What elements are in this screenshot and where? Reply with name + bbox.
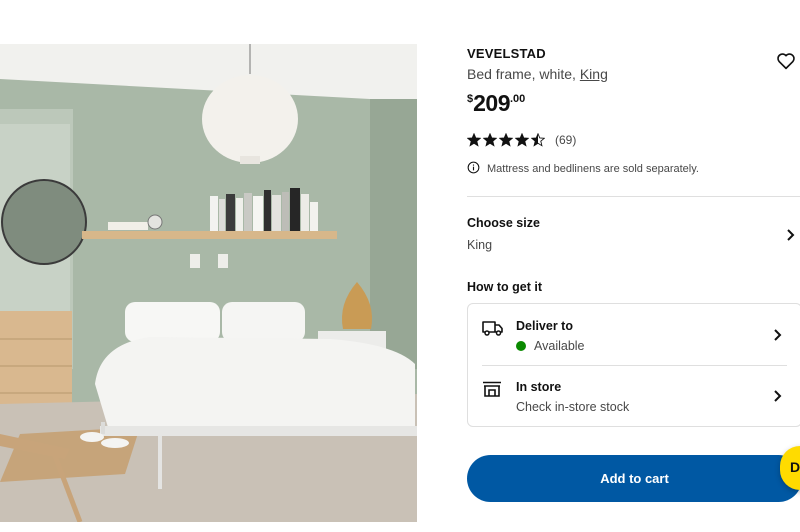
star-icon (467, 133, 481, 147)
star-icon (515, 133, 529, 147)
in-store-subtitle: Check in-store stock (516, 400, 630, 414)
deliver-status: Available (516, 339, 585, 353)
product-name: VEVELSTAD (467, 46, 546, 61)
star-icon (531, 133, 545, 147)
size-link[interactable]: King (580, 66, 608, 82)
chevron-right-icon (786, 228, 796, 247)
choose-size-label: Choose size (467, 216, 540, 230)
choose-size-button[interactable]: Choose size King (467, 210, 800, 260)
add-to-cart-button[interactable]: Add to cart (467, 455, 800, 502)
price-currency: $ (467, 93, 474, 105)
how-to-get-it-heading: How to get it (467, 280, 542, 294)
star-icon (483, 133, 497, 147)
heart-icon[interactable] (776, 52, 796, 70)
product-description: Bed frame, white, King (467, 66, 608, 82)
store-icon (482, 381, 502, 402)
available-dot-icon (516, 341, 526, 351)
in-store-option[interactable]: In store Check in-store stock (468, 365, 800, 425)
product-image[interactable] (0, 44, 417, 522)
truck-icon (482, 320, 504, 341)
chat-icon: D (790, 459, 800, 475)
note-text: Mattress and bedlinens are sold separate… (487, 163, 699, 175)
separately-note: Mattress and bedlinens are sold separate… (467, 161, 699, 177)
divider (467, 196, 800, 197)
deliver-title: Deliver to (516, 319, 573, 333)
deliver-status-text: Available (534, 339, 585, 353)
star-icon (499, 133, 513, 147)
product-price: $209.00 (467, 90, 525, 117)
review-count: (69) (555, 133, 577, 147)
selected-size: King (467, 238, 493, 252)
price-integer: 209 (473, 90, 510, 116)
price-decimal: .00 (510, 93, 526, 105)
chevron-right-icon (773, 328, 783, 347)
info-icon (467, 161, 480, 177)
delivery-options: Deliver to Available In store Check in-s… (467, 303, 800, 427)
product-description-text: Bed frame, white, (467, 66, 580, 82)
rating[interactable]: (69) (467, 133, 576, 147)
deliver-option[interactable]: Deliver to Available (468, 304, 800, 364)
chevron-right-icon (773, 389, 783, 408)
rating-stars (467, 133, 545, 147)
in-store-title: In store (516, 380, 562, 394)
